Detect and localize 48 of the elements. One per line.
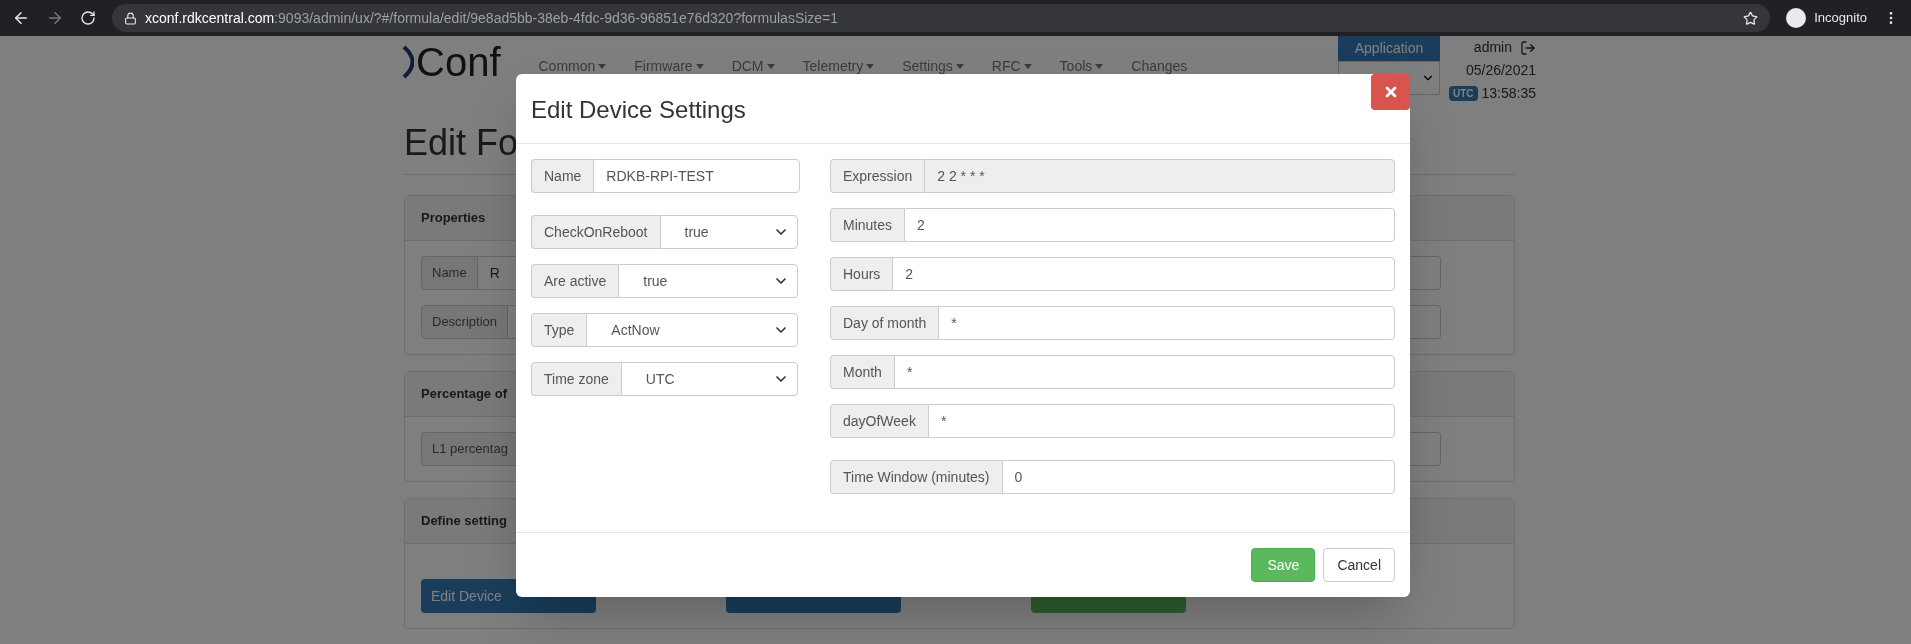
field-label: dayOfWeek <box>830 404 928 438</box>
time-text: 13:58:35 <box>1481 84 1536 103</box>
select-field[interactable]: UTC <box>620 362 798 396</box>
forward-icon[interactable] <box>46 9 64 27</box>
logout-icon[interactable] <box>1520 39 1536 56</box>
field-label: L1 percentag <box>421 432 519 466</box>
select-field[interactable]: true <box>659 215 798 249</box>
bookmark-star-icon[interactable] <box>1743 10 1759 26</box>
url-text: xconf.rdkcentral.com:9093/admin/ux/?#/formula/edit/9e8ad5bb-38eb-4fdc-9d36-96851e76d320?formulasSize=1 <box>145 8 839 28</box>
input-field[interactable]: * <box>893 355 1395 389</box>
field-label: Type <box>531 313 587 347</box>
panel-title: Define setting <box>421 512 507 531</box>
field-label: Are active <box>531 264 619 298</box>
logo-mark-icon <box>402 45 414 79</box>
field-label: Name <box>531 159 594 193</box>
input-field[interactable]: * <box>938 306 1395 340</box>
reload-icon[interactable] <box>80 10 96 26</box>
input-field[interactable]: * <box>927 404 1395 438</box>
panel-title: Percentage of <box>421 385 507 404</box>
incognito-icon <box>1786 8 1807 28</box>
input-field[interactable]: 2 <box>892 257 1395 291</box>
select-field[interactable]: true <box>618 264 798 298</box>
input-field[interactable]: 2 <box>904 208 1395 242</box>
back-icon[interactable] <box>12 9 30 27</box>
select-field[interactable]: ActNow <box>586 313 798 347</box>
field-label: Day of month <box>830 306 939 340</box>
field-label: Description <box>421 305 509 339</box>
profile-label[interactable]: Incognito <box>1814 8 1867 28</box>
cancel-button[interactable]: Cancel <box>1323 548 1395 582</box>
panel-title: Properties <box>421 209 486 228</box>
field-label: Time Window (minutes) <box>830 460 1002 494</box>
logo-text: Conf <box>416 42 501 82</box>
field-label: Time zone <box>531 362 621 396</box>
date-text: 05/26/2021 <box>1465 61 1536 80</box>
lock-icon <box>124 11 137 25</box>
input-field[interactable]: 2 2 * * * <box>924 159 1395 193</box>
field-label: CheckOnReboot <box>531 215 660 249</box>
field-label: Hours <box>830 257 893 291</box>
field-label: Minutes <box>830 208 905 242</box>
input-field[interactable]: 0 <box>1001 460 1395 494</box>
timezone-badge: UTC <box>1448 86 1478 101</box>
input-field[interactable]: RDKB-RPI-TEST <box>593 159 801 193</box>
address-bar[interactable]: xconf.rdkcentral.com:9093/admin/ux/?#/formula/edit/9e8ad5bb-38eb-4fdc-9d36-96851e76d320?formulasSize=1 <box>112 4 1771 32</box>
field-label: Name <box>421 256 478 290</box>
field-label: Expression <box>830 159 925 193</box>
username: admin <box>1473 38 1512 57</box>
field-label: Month <box>830 355 894 389</box>
close-button[interactable] <box>1371 74 1410 110</box>
